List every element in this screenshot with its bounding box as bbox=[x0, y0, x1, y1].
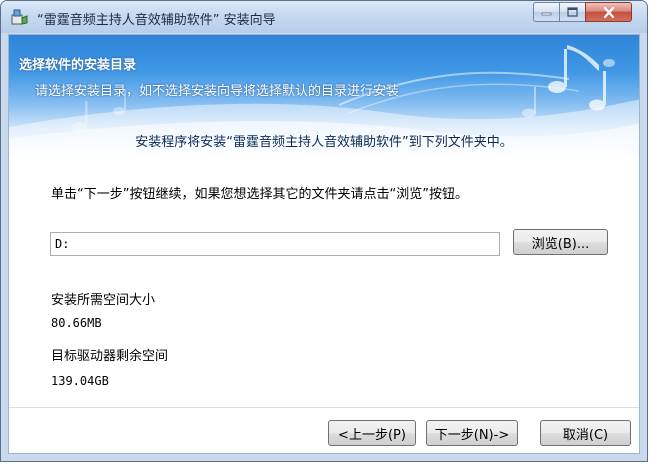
minimize-button[interactable] bbox=[533, 2, 560, 22]
footer-divider bbox=[9, 407, 639, 408]
maximize-icon bbox=[567, 7, 578, 17]
space-required-value: 80.66MB bbox=[51, 316, 102, 330]
next-button[interactable]: 下一步(N)-> bbox=[426, 420, 518, 446]
space-available-value: 139.04GB bbox=[51, 374, 109, 388]
space-available-label: 目标驱动器剩余空间 bbox=[51, 349, 169, 364]
banner-title: 选择软件的安装目录 bbox=[19, 58, 137, 73]
installer-app-icon bbox=[11, 9, 28, 25]
install-location-message: 安装程序将安装“雷霆音频主持人音效辅助软件”到下列文件夹中。 bbox=[135, 135, 513, 150]
window-title: “雷霆音频主持人音效辅助软件” 安装向导 bbox=[37, 13, 276, 28]
maximize-button[interactable] bbox=[559, 2, 586, 22]
banner-subtitle: 请选择安装目录，如不选择安装向导将选择默认的目录进行安装 bbox=[35, 84, 400, 99]
installer-window: “雷霆音频主持人音效辅助软件” 安装向导 选择软件的安装目录 请选择安装目录，如… bbox=[0, 0, 648, 462]
browse-button[interactable]: 浏览(B)... bbox=[513, 229, 608, 255]
install-path-input[interactable] bbox=[50, 232, 500, 256]
close-icon bbox=[603, 6, 614, 18]
cancel-button[interactable]: 取消(C) bbox=[540, 420, 631, 446]
back-button[interactable]: <上一步(P) bbox=[328, 420, 416, 446]
close-button[interactable] bbox=[585, 2, 632, 22]
instruction-text: 单击“下一步”按钮继续，如果您想选择其它的文件夹请点击“浏览”按钮。 bbox=[51, 187, 468, 202]
header-banner: 选择软件的安装目录 请选择安装目录，如不选择安装向导将选择默认的目录进行安装 安… bbox=[9, 35, 639, 155]
minimize-icon bbox=[541, 12, 552, 16]
space-required-label: 安装所需空间大小 bbox=[51, 293, 156, 308]
wizard-client-area: 选择软件的安装目录 请选择安装目录，如不选择安装向导将选择默认的目录进行安装 安… bbox=[8, 34, 640, 454]
title-bar[interactable]: “雷霆音频主持人音效辅助软件” 安装向导 bbox=[1, 1, 647, 33]
